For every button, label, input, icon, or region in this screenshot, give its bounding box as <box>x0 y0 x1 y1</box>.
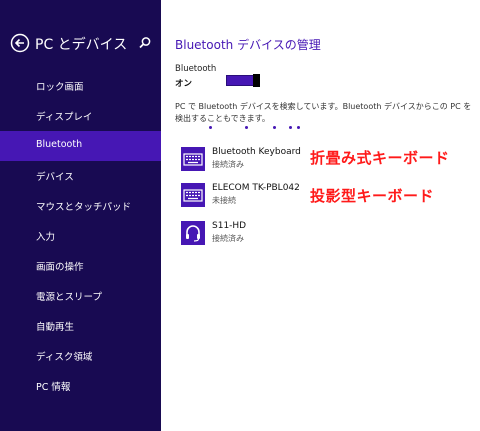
back-arrow-icon[interactable] <box>10 33 30 53</box>
device-name: Bluetooth Keyboard <box>212 147 301 157</box>
device-name: ELECOM TK-PBL042 <box>212 183 300 193</box>
main-content: Bluetooth デバイスの管理 Bluetooth オン PC で Blue… <box>161 0 480 431</box>
sidebar-title: PC とデバイス <box>35 37 128 53</box>
device-item[interactable]: S11-HD 接続済み <box>181 220 441 246</box>
sidebar-item-power-sleep[interactable]: 電源とスリープ <box>0 281 161 311</box>
sidebar-item-pc-info[interactable]: PC 情報 <box>0 371 161 401</box>
sidebar-item-display[interactable]: ディスプレイ <box>0 101 161 131</box>
sidebar-item-label: ディスプレイ <box>36 112 93 123</box>
sidebar-item-label: 自動再生 <box>36 322 75 333</box>
bluetooth-label: Bluetooth <box>175 64 217 74</box>
annotation-projection-keyboard: 投影型キーボード <box>310 187 435 205</box>
sidebar-item-mouse-touchpad[interactable]: マウスとタッチパッド <box>0 191 161 221</box>
sidebar-item-label: 画面の操作 <box>36 262 84 273</box>
device-status: 接続済み <box>212 160 244 169</box>
sidebar-item-label: マウスとタッチパッド <box>36 202 132 213</box>
sidebar-header: PC とデバイス <box>0 0 161 70</box>
sidebar-item-label: 電源とスリープ <box>36 292 102 303</box>
search-icon[interactable] <box>138 36 152 50</box>
sidebar-item-disk-space[interactable]: ディスク領域 <box>0 341 161 371</box>
sidebar-item-label: ディスク領域 <box>36 352 93 363</box>
sidebar-item-label: Bluetooth <box>36 139 83 150</box>
progress-dot <box>297 126 300 129</box>
keyboard-icon <box>181 183 205 207</box>
progress-dot <box>273 126 276 129</box>
progress-dots <box>209 125 349 131</box>
device-name: S11-HD <box>212 221 247 231</box>
headset-icon <box>181 221 205 245</box>
sidebar-item-devices[interactable]: デバイス <box>0 161 161 191</box>
search-status-text: PC で Bluetooth デバイスを検索しています。Bluetooth デバ… <box>175 102 472 123</box>
device-status: 接続済み <box>212 234 244 243</box>
sidebar-item-label: ロック画面 <box>36 82 84 93</box>
progress-dot <box>209 126 212 129</box>
bluetooth-toggle[interactable] <box>226 74 260 87</box>
sidebar-item-lock-screen[interactable]: ロック画面 <box>0 71 161 101</box>
toggle-thumb[interactable] <box>253 74 260 87</box>
page-title: Bluetooth デバイスの管理 <box>175 38 321 52</box>
toggle-state-label: オン <box>175 79 193 89</box>
sidebar-item-label: PC 情報 <box>36 382 71 393</box>
sidebar: PC とデバイス ロック画面 ディスプレイ Bluetooth デバイス マウス… <box>0 0 161 431</box>
sidebar-item-label: デバイス <box>36 172 74 183</box>
keyboard-icon <box>181 147 205 171</box>
sidebar-item-autoplay[interactable]: 自動再生 <box>0 311 161 341</box>
progress-dot <box>245 126 248 129</box>
sidebar-item-typing[interactable]: 入力 <box>0 221 161 251</box>
sidebar-item-bluetooth[interactable]: Bluetooth <box>0 131 161 161</box>
device-status: 未接続 <box>212 196 236 205</box>
progress-dot <box>289 126 292 129</box>
annotation-folding-keyboard: 折畳み式キーボード <box>310 149 450 167</box>
sidebar-item-label: 入力 <box>36 232 56 243</box>
sidebar-item-corners-edges[interactable]: 画面の操作 <box>0 251 161 281</box>
